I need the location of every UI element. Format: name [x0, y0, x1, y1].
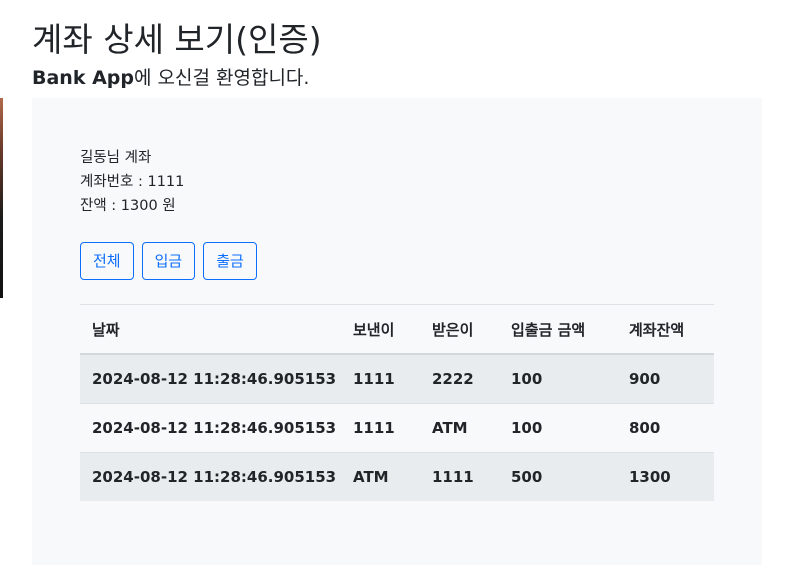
filter-button-group: 전체 입금 출금	[80, 242, 257, 280]
cell-sender: 1111	[341, 403, 420, 453]
header-date: 날짜	[80, 304, 341, 355]
cell-date: 2024-08-12 11:28:46.905153	[80, 403, 341, 453]
header-balance: 계좌잔액	[617, 304, 714, 355]
filter-withdraw-button[interactable]: 출금	[203, 242, 257, 280]
cell-receiver: 2222	[420, 354, 499, 404]
cell-balance: 1300	[617, 452, 714, 501]
cell-date: 2024-08-12 11:28:46.905153	[80, 354, 341, 404]
account-info: 길동님 계좌 계좌번호 : 1111 잔액 : 1300 원	[80, 146, 184, 218]
account-number: 계좌번호 : 1111	[80, 174, 185, 190]
cell-balance: 800	[617, 403, 714, 453]
cell-receiver: 1111	[420, 452, 499, 501]
cell-amount: 500	[499, 452, 617, 501]
table-row: 2024-08-12 11:28:46.905153 1111 ATM 100 …	[80, 403, 714, 453]
header-receiver: 받은이	[420, 304, 499, 355]
account-owner: 길동님 계좌	[80, 150, 152, 166]
table-header-row: 날짜 보낸이 받은이 입출금 금액 계좌잔액	[80, 304, 714, 355]
cell-receiver: ATM	[420, 403, 499, 453]
header-amount: 입출금 금액	[499, 304, 617, 355]
welcome-message: Bank App에 오신걸 환영합니다.	[32, 64, 309, 92]
brand-name: Bank App	[32, 67, 134, 89]
transaction-table: 날짜 보낸이 받은이 입출금 금액 계좌잔액 2024-08-12 11:28:…	[80, 304, 714, 501]
page: 계좌 상세 보기(인증) Bank App에 오신걸 환영합니다. 길동님 계좌…	[0, 0, 799, 588]
cell-date: 2024-08-12 11:28:46.905153	[80, 452, 341, 501]
cell-balance: 900	[617, 354, 714, 404]
table-row: 2024-08-12 11:28:46.905153 ATM 1111 500 …	[80, 452, 714, 501]
header-sender: 보낸이	[341, 304, 420, 355]
welcome-text: 에 오신걸 환영합니다.	[134, 67, 310, 89]
cell-amount: 100	[499, 403, 617, 453]
cell-sender: 1111	[341, 354, 420, 404]
account-balance: 잔액 : 1300 원	[80, 198, 176, 214]
filter-all-button[interactable]: 전체	[80, 242, 134, 280]
table-row: 2024-08-12 11:28:46.905153 1111 2222 100…	[80, 354, 714, 404]
side-image	[0, 98, 3, 298]
page-title: 계좌 상세 보기(인증)	[32, 20, 322, 59]
account-detail-panel: 길동님 계좌 계좌번호 : 1111 잔액 : 1300 원 전체 입금 출금 …	[32, 98, 762, 565]
filter-deposit-button[interactable]: 입금	[141, 242, 196, 280]
cell-amount: 100	[499, 354, 617, 404]
cell-sender: ATM	[341, 452, 420, 501]
